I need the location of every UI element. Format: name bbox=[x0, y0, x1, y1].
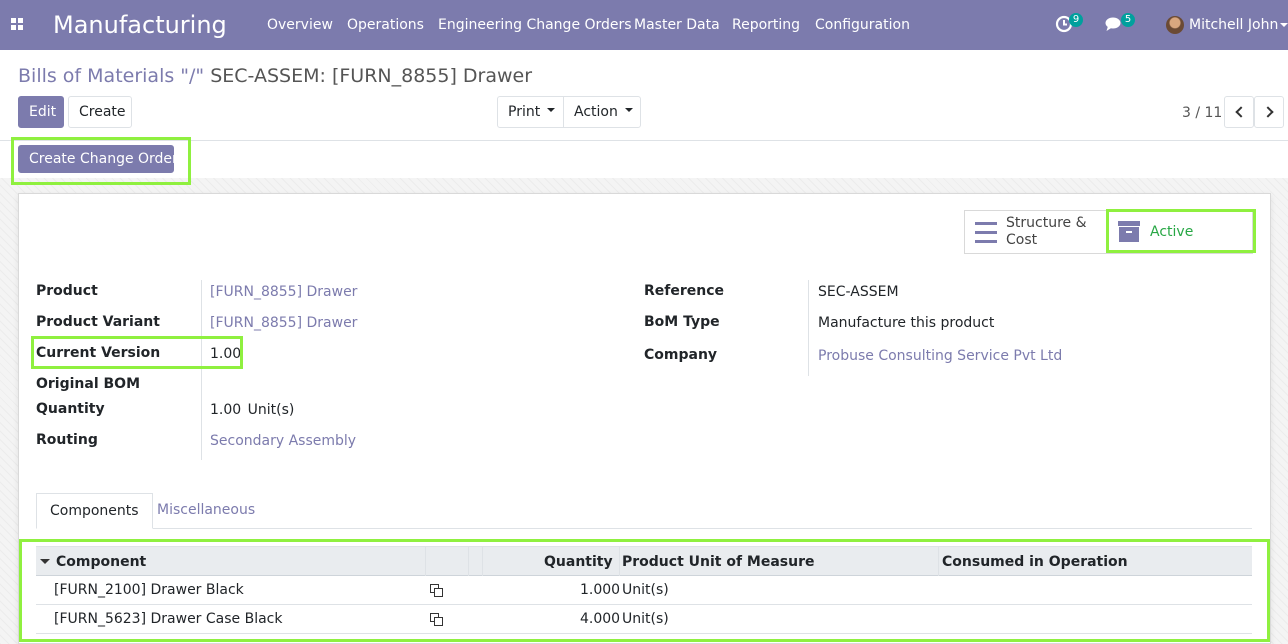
menu-engineering-change-orders[interactable]: Engineering Change Orders bbox=[438, 16, 632, 34]
menu-master-data[interactable]: Master Data bbox=[634, 16, 720, 34]
action-label: Action bbox=[574, 104, 618, 120]
original-bom-label: Original BOM bbox=[36, 376, 141, 392]
top-navbar: Manufacturing Overview Operations Engine… bbox=[0, 0, 1288, 50]
message-count-badge: 5 bbox=[1121, 13, 1135, 27]
action-caret-icon bbox=[624, 108, 633, 112]
table-row[interactable]: [FURN_2100] Drawer Black 1.000 Unit(s) bbox=[36, 576, 1252, 605]
create-change-order-button[interactable]: Create Change Order bbox=[18, 145, 178, 173]
components-table-header: Component Quantity Product Unit of Measu… bbox=[36, 546, 1252, 576]
column-quantity[interactable]: Quantity bbox=[544, 553, 613, 571]
active-toggle-button[interactable]: Active bbox=[1106, 210, 1253, 254]
left-column-separator bbox=[201, 280, 202, 460]
print-dropdown[interactable]: Print bbox=[497, 96, 564, 128]
breadcrumb: Bills of Materials "/" SEC-ASSEM: [FURN_… bbox=[18, 64, 532, 88]
company-label: Company bbox=[644, 347, 718, 363]
copy-icon[interactable] bbox=[430, 584, 443, 597]
chevron-left-icon bbox=[1235, 106, 1247, 118]
row-component: [FURN_5623] Drawer Case Black bbox=[54, 611, 283, 627]
tab-components[interactable]: Components bbox=[36, 493, 153, 529]
quantity-number: 1.00 bbox=[210, 402, 242, 418]
menu-operations[interactable]: Operations bbox=[347, 16, 424, 34]
column-product-unit-of-measure[interactable]: Product Unit of Measure bbox=[622, 553, 815, 571]
row-quantity: 4.000 bbox=[580, 611, 621, 627]
column-consumed-in-operation[interactable]: Consumed in Operation bbox=[942, 553, 1128, 571]
menu-reporting[interactable]: Reporting bbox=[732, 16, 800, 34]
user-menu-caret-icon[interactable] bbox=[1280, 23, 1288, 27]
structure-cost-label-line1: Structure & bbox=[1006, 215, 1087, 231]
row-uom: Unit(s) bbox=[622, 582, 669, 598]
user-avatar[interactable] bbox=[1166, 16, 1184, 34]
row-uom: Unit(s) bbox=[622, 611, 669, 627]
user-menu-name[interactable]: Mitchell John bbox=[1189, 16, 1278, 34]
apps-menu-icon[interactable] bbox=[11, 18, 25, 32]
breadcrumb-current-record: SEC-ASSEM: [FURN_8855] Drawer bbox=[210, 65, 533, 87]
current-version-label: Current Version bbox=[36, 345, 161, 361]
breadcrumb-bills-of-materials[interactable]: Bills of Materials bbox=[18, 65, 174, 87]
pager-value[interactable]: 3 / 11 bbox=[1182, 104, 1222, 122]
product-label: Product bbox=[36, 283, 98, 299]
header-separator bbox=[482, 547, 483, 576]
product-value[interactable]: [FURN_8855] Drawer bbox=[210, 283, 357, 301]
statusbar bbox=[0, 141, 1288, 178]
routing-value[interactable]: Secondary Assembly bbox=[210, 432, 356, 450]
bom-type-label: BoM Type bbox=[644, 314, 720, 330]
row-component: [FURN_2100] Drawer Black bbox=[54, 582, 244, 598]
header-separator bbox=[619, 547, 620, 576]
reference-value: SEC-ASSEM bbox=[818, 284, 899, 300]
archive-box-icon bbox=[1118, 221, 1140, 243]
column-component[interactable]: Component bbox=[56, 553, 146, 571]
tab-miscellaneous[interactable]: Miscellaneous bbox=[144, 493, 268, 529]
action-dropdown[interactable]: Action bbox=[563, 96, 641, 128]
quantity-value: 1.00 Unit(s) bbox=[210, 401, 294, 419]
breadcrumb-separator: "/" bbox=[174, 65, 211, 87]
company-value[interactable]: Probuse Consulting Service Pvt Ltd bbox=[818, 347, 1062, 365]
right-column-separator bbox=[808, 280, 809, 376]
header-separator bbox=[468, 547, 469, 576]
header-separator bbox=[425, 547, 426, 576]
print-caret-icon bbox=[547, 108, 556, 112]
table-row[interactable]: [FURN_5623] Drawer Case Black 4.000 Unit… bbox=[36, 605, 1252, 634]
row-quantity: 1.000 bbox=[580, 582, 621, 598]
app-title[interactable]: Manufacturing bbox=[53, 10, 227, 40]
menu-configuration[interactable]: Configuration bbox=[815, 16, 910, 34]
edit-button[interactable]: Edit bbox=[18, 96, 64, 128]
product-variant-label: Product Variant bbox=[36, 314, 160, 330]
routing-label: Routing bbox=[36, 432, 98, 448]
structure-cost-button[interactable]: Structure & Cost bbox=[964, 210, 1107, 254]
sort-caret-icon[interactable] bbox=[40, 559, 50, 564]
activity-count-badge: 9 bbox=[1069, 13, 1083, 27]
pager-previous-button[interactable] bbox=[1224, 96, 1254, 128]
quantity-label: Quantity bbox=[36, 401, 105, 417]
reference-label: Reference bbox=[644, 283, 725, 299]
copy-icon[interactable] bbox=[430, 613, 443, 626]
menu-overview[interactable]: Overview bbox=[267, 16, 333, 34]
current-version-value: 1.00 bbox=[210, 346, 242, 362]
product-variant-value[interactable]: [FURN_8855] Drawer bbox=[210, 314, 357, 332]
create-button[interactable]: Create bbox=[68, 96, 132, 128]
chevron-right-icon bbox=[1262, 106, 1274, 118]
active-label: Active bbox=[1150, 224, 1194, 240]
bom-type-value: Manufacture this product bbox=[818, 315, 995, 331]
structure-cost-label-line2: Cost bbox=[1006, 232, 1038, 248]
print-label: Print bbox=[508, 104, 541, 120]
header-separator bbox=[938, 547, 939, 576]
quantity-uom: Unit(s) bbox=[247, 402, 295, 418]
pager-next-button[interactable] bbox=[1254, 96, 1284, 128]
